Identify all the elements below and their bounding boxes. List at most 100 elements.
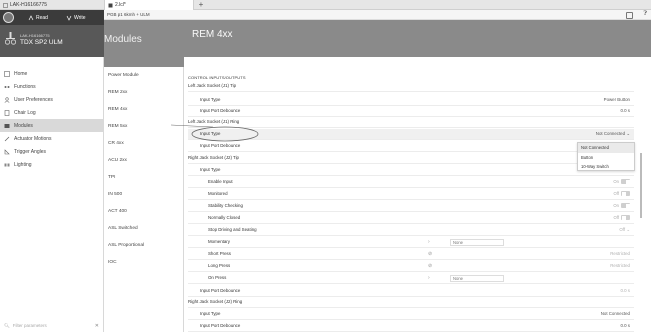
param-row[interactable]: Momentary › None	[188, 237, 634, 248]
action-field[interactable]: None	[450, 238, 504, 246]
add-tab-button[interactable]: +	[196, 0, 206, 10]
toggle[interactable]: On	[613, 179, 630, 185]
param-row[interactable]: Input TypeButton	[188, 165, 634, 176]
modules-header: Modules	[104, 20, 184, 67]
sidebar-item-chair-log[interactable]: Chair Log	[0, 106, 104, 119]
row-value: 0.0 s	[620, 108, 630, 114]
module-item[interactable]: ACU 2xx	[104, 152, 184, 169]
module-item[interactable]: CR 4xx	[104, 135, 184, 152]
dropdown-option[interactable]: 10-Way Switch	[578, 162, 634, 172]
group-header: Left Jack Socket (J1) Tip	[188, 81, 634, 92]
module-item[interactable]: IN 500	[104, 186, 184, 203]
sidebar-item-label: Functions	[14, 83, 36, 90]
sidebar-item-modules[interactable]: Modules	[0, 119, 104, 132]
toggle-switch[interactable]	[621, 191, 630, 197]
tab-device[interactable]: LAK-H16166775	[0, 0, 104, 10]
device-id: LAK-H16166775	[20, 33, 50, 38]
param-row[interactable]: Input Type Power Button	[188, 95, 634, 106]
tab-file[interactable]: 2.lcl*	[104, 0, 194, 10]
sidebar-item-actuator-motions[interactable]: Actuator Motions	[0, 132, 104, 145]
functions-icon	[4, 85, 10, 88]
main-top-bar: ❓︎	[184, 10, 651, 20]
param-row[interactable]: Stability Checking On	[188, 201, 634, 212]
input-type-dropdown: Not Connected Button 10-Way Switch	[577, 142, 635, 171]
row-value: 0.0 s	[620, 288, 630, 294]
toggle[interactable]: Off	[613, 191, 630, 197]
toggle-switch[interactable]	[621, 179, 630, 185]
log-icon	[4, 109, 10, 116]
row-label: Momentary	[208, 239, 230, 245]
row-value: Power Button	[603, 97, 630, 103]
write-button[interactable]: Write	[66, 15, 86, 21]
modules-top-label: PGB p1 6kmh + ULM	[107, 12, 150, 17]
param-row[interactable]: Input Type Not Connected	[188, 309, 634, 320]
filter-input[interactable]: 🔍︎ Filter parameters ✕	[0, 319, 104, 332]
module-item[interactable]: TPI	[104, 169, 184, 186]
sidebar-nav: Home Functions User Preferences Chair Lo…	[0, 67, 104, 171]
param-row[interactable]: Normally Closed Off	[188, 213, 634, 224]
param-row[interactable]: Input Type Not Connected ⌄	[188, 129, 634, 140]
main-header: REM 4xx	[184, 20, 651, 57]
row-label: Right Jack Socket (J2) Ring	[188, 299, 243, 305]
modules-icon	[4, 123, 10, 128]
sidebar-item-label: Trigger Angles	[14, 148, 47, 155]
save-icon[interactable]	[626, 11, 633, 19]
toggle[interactable]: On	[613, 203, 630, 209]
row-label: Input Port Debounce	[200, 143, 241, 149]
module-item[interactable]: REM 2xx	[104, 84, 184, 101]
row-label: Stop Driving and Seating	[208, 227, 257, 233]
param-row[interactable]: Enable Input On	[188, 177, 634, 188]
device-panel: LAK-H16166775 TDX SP2 ULM	[0, 25, 104, 57]
trigger-icon	[4, 148, 10, 154]
toggle-state: On	[613, 203, 619, 209]
param-row[interactable]: Input Port Debounce	[188, 141, 634, 152]
row-value: 0.0 s	[620, 323, 630, 329]
help-icon[interactable]: ❓︎	[643, 11, 647, 18]
row-value: Restricted	[610, 263, 630, 269]
row-label: Input Type	[200, 97, 221, 103]
avatar[interactable]	[3, 12, 14, 23]
param-row[interactable]: Input Port Debounce 0.0 s	[188, 106, 634, 117]
chevron-down-icon: ⌄	[626, 130, 630, 136]
dropdown-option[interactable]: Button	[578, 153, 634, 163]
module-item[interactable]: ASL Proportional	[104, 237, 184, 254]
sidebar-item-functions[interactable]: Functions	[0, 80, 104, 93]
read-button[interactable]: Read	[28, 15, 48, 21]
tab-label: LAK-H16166775	[10, 2, 47, 8]
param-row[interactable]: Input Port Debounce 0.0 s	[188, 286, 634, 297]
param-row[interactable]: Short Press ⊘ Restricted	[188, 249, 634, 260]
toggle-switch[interactable]	[621, 215, 630, 221]
row-label: Input Port Debounce	[200, 288, 241, 294]
row-label: Left Jack Socket (J1) Tip	[188, 83, 237, 89]
param-row[interactable]: On Press › None	[188, 273, 634, 284]
module-item[interactable]: REM 5xx	[104, 118, 184, 135]
home-icon	[4, 70, 10, 77]
modules-title: Modules	[104, 34, 142, 45]
row-label: Input Type	[200, 131, 221, 137]
sidebar-item-trigger-angles[interactable]: Trigger Angles	[0, 145, 104, 158]
toggle[interactable]: Off	[613, 215, 630, 221]
sidebar-item-home[interactable]: Home	[0, 67, 104, 80]
sidebar-item-user-preferences[interactable]: User Preferences	[0, 93, 104, 106]
toolbar	[0, 10, 104, 25]
clear-icon[interactable]: ✕	[95, 323, 99, 329]
module-item[interactable]: ASL Switched	[104, 220, 184, 237]
row-label: Normally Closed	[208, 215, 241, 221]
module-item[interactable]: IOC	[104, 254, 184, 271]
chevron-right-icon[interactable]: ›	[428, 239, 430, 245]
sidebar-item-lighting[interactable]: Lighting	[0, 158, 104, 171]
chevron-right-icon[interactable]: ›	[428, 275, 430, 281]
module-item[interactable]: REM 4xx	[104, 101, 184, 118]
parameters-panel: CONTROL INPUTS/OUTPUTS Left Jack Socket …	[184, 57, 646, 332]
param-row[interactable]: Stop Driving and Seating Off ⌄	[188, 225, 634, 236]
param-row[interactable]: Long Press ⊘ Restricted	[188, 261, 634, 272]
input-type-select[interactable]: Not Connected ⌄	[596, 131, 630, 137]
module-item[interactable]: ACT 400	[104, 203, 184, 220]
param-row[interactable]: Monitored Off	[188, 189, 634, 200]
dropdown-option[interactable]: Not Connected	[578, 143, 634, 153]
toggle-switch[interactable]	[621, 203, 630, 209]
scrollbar[interactable]	[640, 153, 642, 218]
param-row[interactable]: Input Port Debounce 0.0 s	[188, 321, 634, 332]
module-item[interactable]: Power Module	[104, 67, 184, 84]
action-field[interactable]: None	[450, 274, 504, 282]
